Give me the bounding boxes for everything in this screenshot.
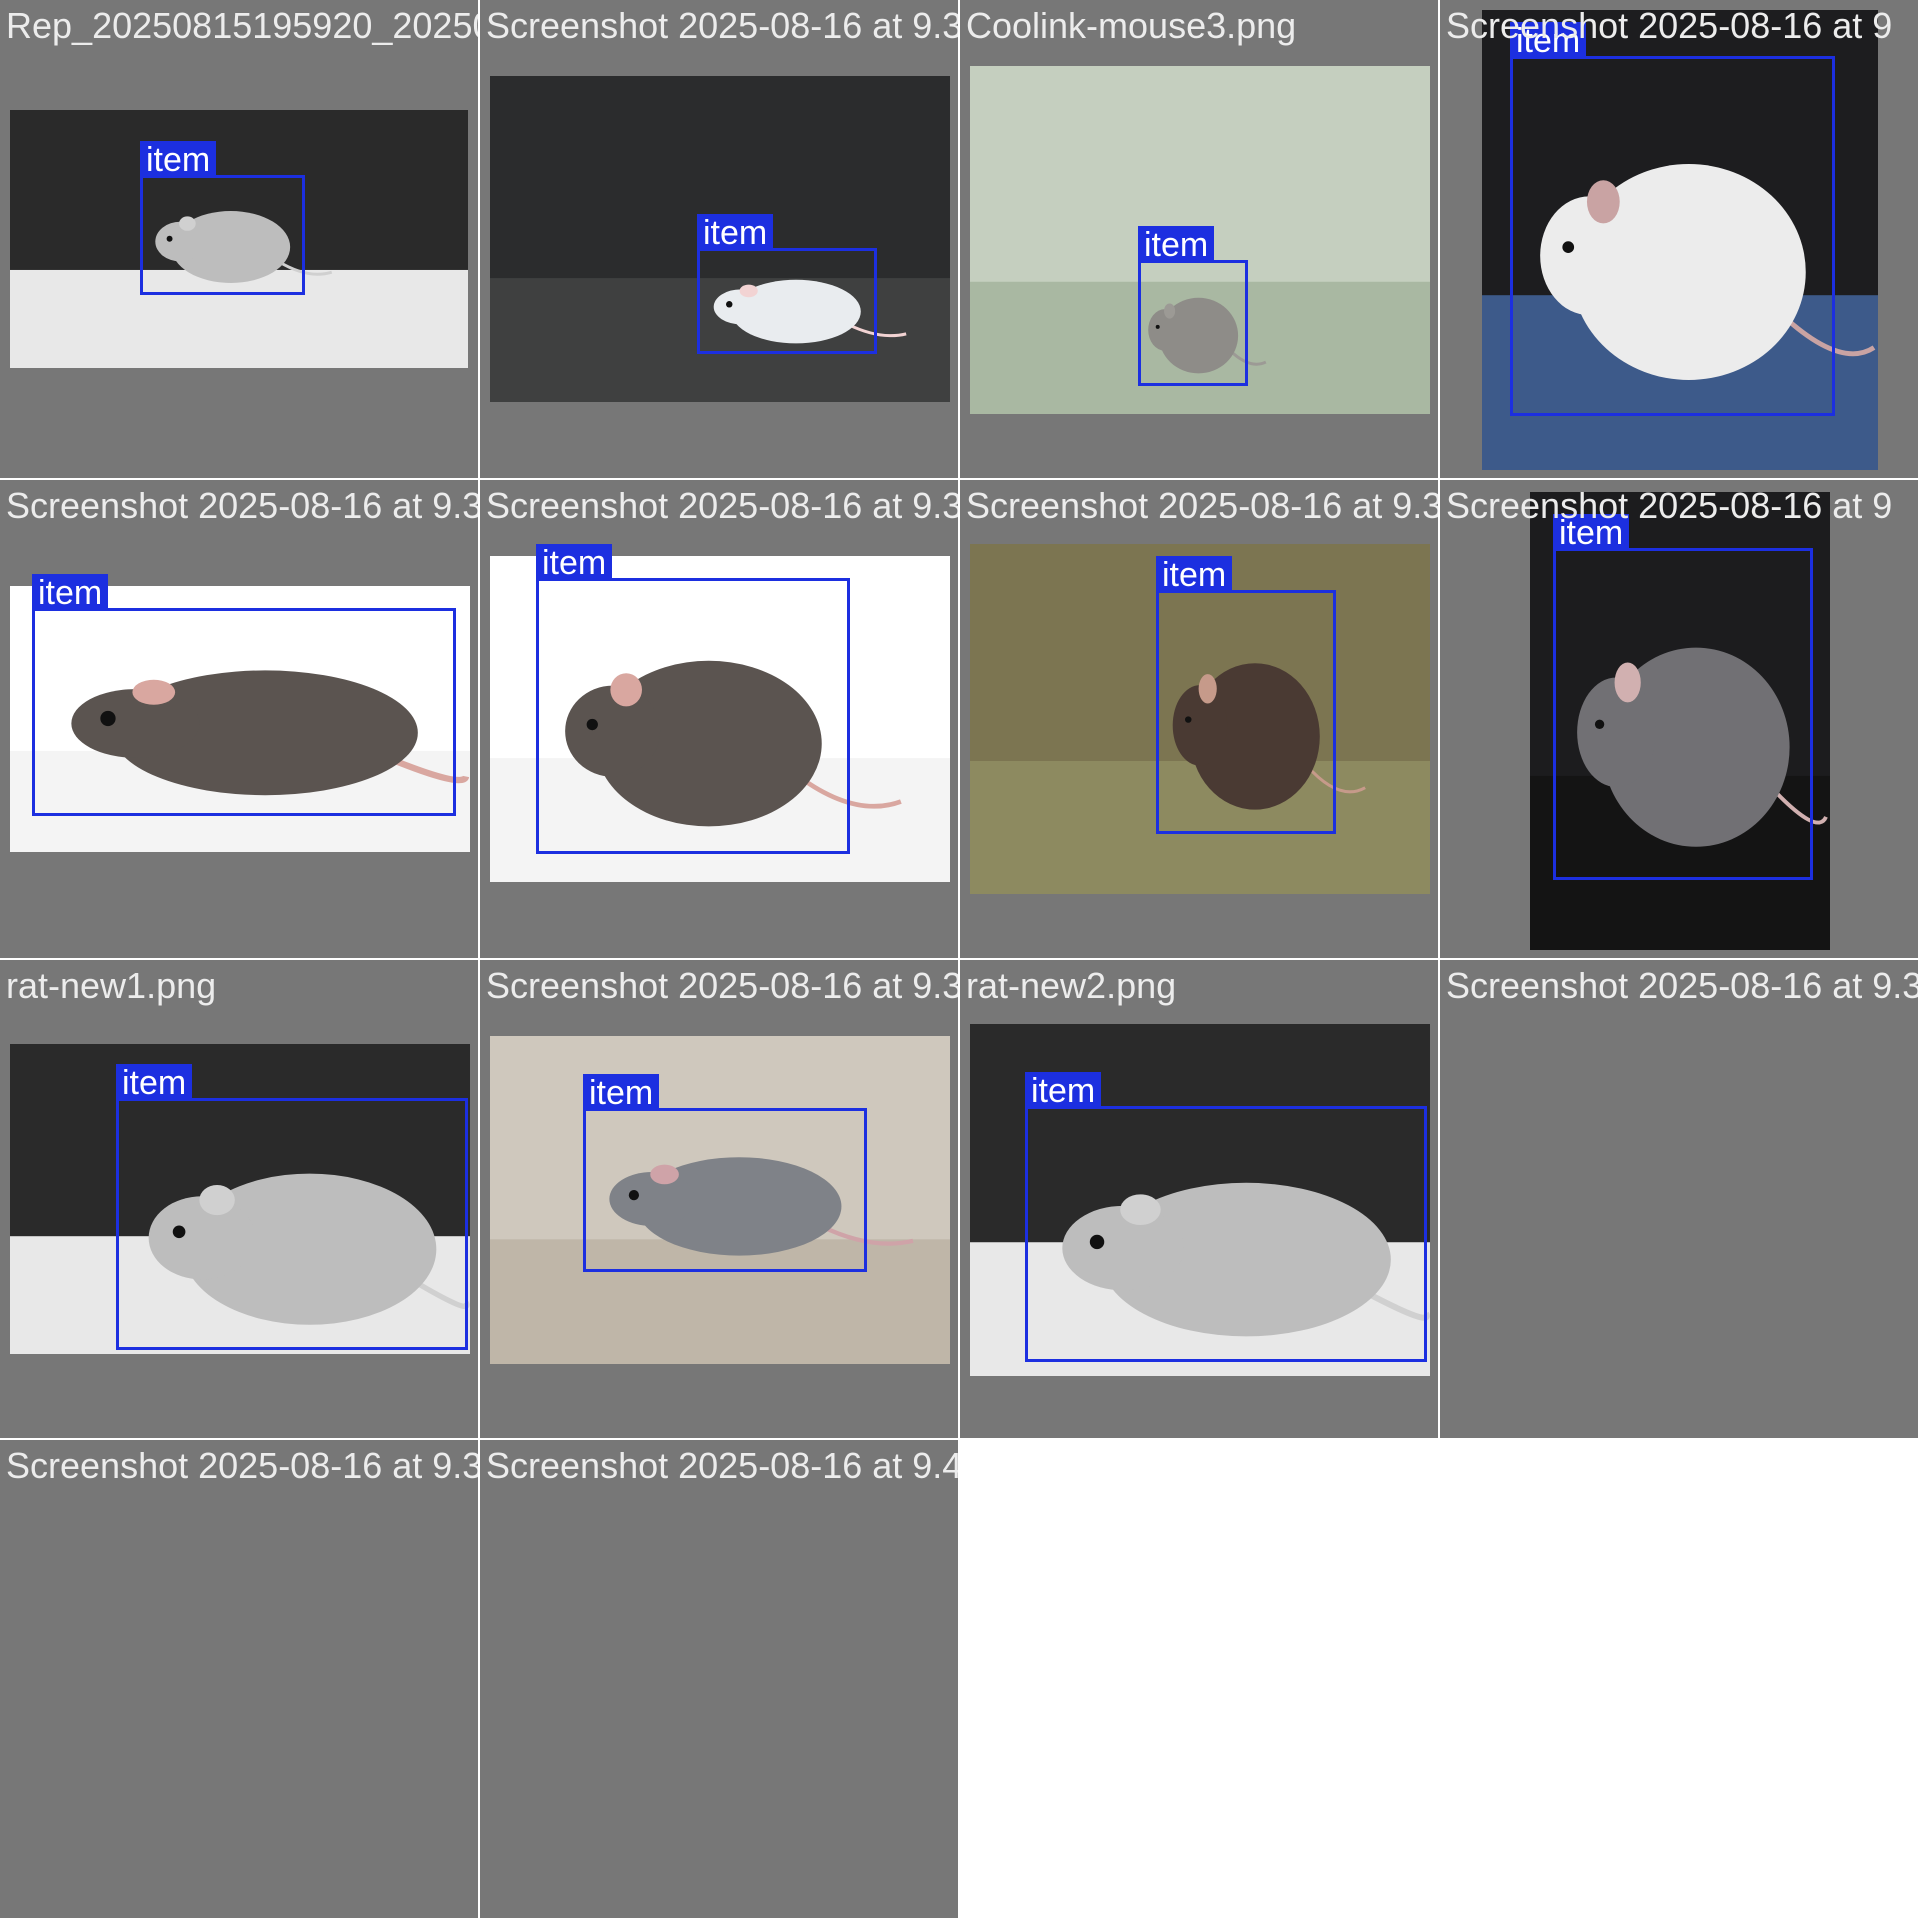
detection-box: item	[1025, 1072, 1427, 1362]
tile-caption: Screenshot 2025-08-16 at 9	[1446, 5, 1893, 46]
image-tile[interactable]: item Rep_20250815195920_20250815195928_95…	[0, 0, 478, 478]
image-tile[interactable]: item Screenshot 2025-08-16 at 9.33.03 AM.…	[0, 480, 478, 958]
detection-label: item	[1138, 226, 1215, 264]
detection-box: item	[1553, 514, 1813, 880]
tile-caption: Screenshot 2025-08-16 at 9.39.19 AM.png	[486, 5, 958, 46]
detection-box: item	[536, 544, 850, 854]
image-tile[interactable]: item Screenshot 2025-08-16 at 9.32.50 AM.…	[480, 480, 958, 958]
image-tile[interactable]: itemScreenshot 2025-08-16 at 9.38.59 AM.…	[0, 1440, 478, 1918]
image-tile[interactable]: item Screenshot 2025-08-16 at 9	[1440, 480, 1918, 958]
tile-caption: Screenshot 2025-08-16 at 9	[1446, 485, 1893, 526]
detection-box: item	[1156, 556, 1336, 834]
tile-caption: Screenshot 2025-08-16 at 9.40.08 AM.png	[486, 1445, 958, 1486]
tile-caption: rat-new2.png	[966, 965, 1177, 1006]
image-tile[interactable]: item rat-new2.png	[960, 960, 1438, 1438]
tile-caption: Rep_20250815195920_20250815195928_952780	[6, 5, 478, 46]
image-tile[interactable]: item rat-new1.png	[0, 960, 478, 1438]
detection-box: item	[583, 1074, 867, 1272]
detection-box: item	[32, 574, 456, 816]
image-tile[interactable]: item Screenshot 2025-08-16 at 9.39.19 AM.…	[480, 0, 958, 478]
detection-label: item	[536, 544, 613, 582]
detection-label: item	[1025, 1072, 1102, 1110]
tile-caption: Screenshot 2025-08-16 at 9.32.50 AM.png	[486, 485, 958, 526]
detection-box: item	[116, 1064, 468, 1350]
image-tile[interactable]: itemScreenshot 2025-08-16 at 9.40.08 AM.…	[480, 1440, 958, 1918]
image-tile[interactable]: item Screenshot 2025-08-16 at 9	[1440, 0, 1918, 478]
detection-box: item	[697, 214, 877, 354]
detection-box: item	[1510, 22, 1835, 416]
detection-label: item	[697, 214, 774, 252]
detection-box: item	[140, 141, 305, 295]
image-tile[interactable]: item Screenshot 2025-08-16 at 9.39.37 AM.…	[960, 480, 1438, 958]
detection-label: item	[116, 1064, 193, 1102]
detection-label: item	[1156, 556, 1233, 594]
tile-caption: Screenshot 2025-08-16 at 9.33.03 AM.png	[6, 485, 478, 526]
detection-mosaic: item Rep_20250815195920_20250815195928_95…	[0, 0, 1920, 1920]
image-tile[interactable]: itemScreenshot 2025-08-16 at 9.33.09 AM.…	[1440, 960, 1918, 1438]
tile-caption: Screenshot 2025-08-16 at 9.33.09 AM.png	[1446, 965, 1918, 1006]
tile-caption: Screenshot 2025-08-16 at 9.38.59 AM.png	[6, 1445, 478, 1486]
tile-caption: rat-new1.png	[6, 965, 217, 1006]
tile-caption: Coolink-mouse3.png	[966, 5, 1297, 46]
image-tile[interactable]: item Coolink-mouse3.png	[960, 0, 1438, 478]
tile-caption: Screenshot 2025-08-16 at 9.39.37 AM.png	[966, 485, 1438, 526]
image-tile[interactable]: item Screenshot 2025-08-16 at 9.39.41 AM.…	[480, 960, 958, 1438]
detection-box: item	[1138, 226, 1248, 386]
detection-label: item	[32, 574, 109, 612]
detection-label: item	[140, 141, 217, 179]
tile-caption: Screenshot 2025-08-16 at 9.39.41 AM.png	[486, 965, 958, 1006]
detection-label: item	[583, 1074, 660, 1112]
